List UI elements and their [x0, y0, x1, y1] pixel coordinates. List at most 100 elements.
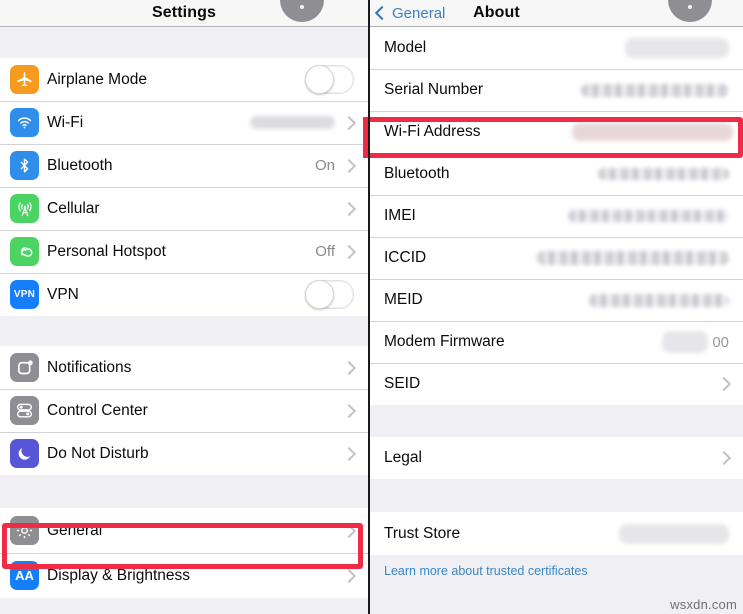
- bluetooth-value-redacted: [598, 168, 729, 180]
- modem-firmware-value-suffix: 00: [712, 333, 729, 351]
- sidebar-item-label: Do Not Disturb: [47, 444, 149, 462]
- chevron-right-icon: [341, 403, 357, 418]
- chevron-right-icon: [341, 568, 357, 583]
- gear-icon: [10, 516, 39, 545]
- sidebar-item-control-center[interactable]: Control Center: [0, 389, 368, 432]
- about-row-bluetooth[interactable]: Bluetooth: [370, 153, 743, 195]
- trusted-certificates-link[interactable]: Learn more about trusted certificates: [370, 555, 743, 578]
- cellular-icon: [10, 194, 39, 223]
- sidebar-item-label: Notifications: [47, 358, 132, 376]
- chevron-right-icon: [716, 376, 732, 392]
- sidebar-item-label: Display & Brightness: [47, 566, 191, 584]
- sidebar-item-label: Personal Hotspot: [47, 242, 166, 260]
- settings-group-connectivity: Airplane Mode Wi-Fi Bluetooth On Cellula…: [0, 58, 368, 316]
- hotspot-status-value: Off: [315, 243, 335, 260]
- about-row-iccid[interactable]: ICCID: [370, 237, 743, 279]
- do-not-disturb-icon: [10, 439, 39, 468]
- row-label: IMEI: [384, 207, 416, 224]
- modem-firmware-value-redacted: [662, 331, 709, 353]
- model-value-redacted: [625, 38, 729, 58]
- about-row-meid[interactable]: MEID: [370, 279, 743, 321]
- sidebar-item-label: Bluetooth: [47, 156, 113, 174]
- chevron-right-icon: [341, 115, 357, 130]
- about-row-wifi-address[interactable]: Wi-Fi Address: [370, 111, 743, 153]
- sidebar-item-label: Wi-Fi: [47, 113, 84, 131]
- settings-group-general: General AA Display & Brightness: [0, 508, 368, 598]
- about-row-serial-number[interactable]: Serial Number: [370, 69, 743, 111]
- back-button-label: General: [392, 4, 446, 22]
- trust-store-value-redacted: [619, 523, 729, 544]
- sidebar-item-label: Control Center: [47, 401, 148, 419]
- hotspot-icon: [10, 237, 39, 266]
- group-gap: [370, 479, 743, 512]
- chevron-right-icon: [341, 201, 357, 216]
- bluetooth-icon: [10, 151, 39, 180]
- display-brightness-icon: AA: [10, 561, 39, 590]
- sidebar-item-label: VPN: [47, 285, 79, 303]
- imei-value-redacted: [568, 210, 729, 222]
- row-label: Serial Number: [384, 81, 484, 98]
- vpn-icon: VPN: [10, 280, 39, 309]
- annotation-box-wifi-address-bleed: [363, 117, 368, 158]
- chevron-right-icon: [341, 244, 357, 259]
- watermark: wsxdn.com: [670, 597, 737, 612]
- sidebar-item-do-not-disturb[interactable]: Do Not Disturb: [0, 432, 368, 475]
- group-gap: [0, 316, 368, 346]
- iccid-value-redacted: [537, 251, 729, 265]
- sidebar-item-personal-hotspot[interactable]: Personal Hotspot Off: [0, 230, 368, 273]
- sidebar-item-label: Cellular: [47, 199, 100, 217]
- about-row-imei[interactable]: IMEI: [370, 195, 743, 237]
- row-label: Wi-Fi Address: [384, 123, 481, 140]
- sidebar-item-vpn[interactable]: VPN VPN: [0, 273, 368, 316]
- settings-panel: Settings Airplane Mode Wi-Fi Bluetooth O…: [0, 0, 368, 614]
- about-row-seid[interactable]: SEID: [370, 363, 743, 405]
- sidebar-item-bluetooth[interactable]: Bluetooth On: [0, 144, 368, 187]
- settings-navbar: Settings: [0, 0, 368, 27]
- about-row-trust-store[interactable]: Trust Store: [370, 512, 743, 555]
- settings-group-system: Notifications Control Center Do Not Dist…: [0, 346, 368, 475]
- sidebar-item-notifications[interactable]: Notifications: [0, 346, 368, 389]
- about-group-legal: Legal: [370, 437, 743, 479]
- corner-orb-right[interactable]: [668, 0, 712, 22]
- row-label: Modem Firmware: [384, 333, 505, 350]
- vpn-icon-label: VPN: [13, 289, 36, 300]
- group-gap: [0, 475, 368, 508]
- chevron-right-icon: [341, 446, 357, 461]
- wifi-address-value-redacted: [572, 123, 733, 141]
- control-center-icon: [10, 396, 39, 425]
- meid-value-redacted: [589, 293, 729, 307]
- vpn-toggle[interactable]: [305, 280, 354, 309]
- about-row-legal[interactable]: Legal: [370, 437, 743, 479]
- back-button-general[interactable]: General: [370, 5, 445, 22]
- row-label: MEID: [384, 291, 423, 308]
- wifi-network-value-redacted: [250, 116, 335, 129]
- about-row-model[interactable]: Model: [370, 27, 743, 69]
- about-row-modem-firmware[interactable]: Modem Firmware 00: [370, 321, 743, 363]
- airplane-mode-toggle[interactable]: [305, 65, 354, 94]
- chevron-right-icon: [341, 158, 357, 173]
- wifi-icon: [10, 108, 39, 137]
- display-brightness-icon-label: AA: [15, 568, 34, 583]
- serial-number-value-redacted: [581, 83, 729, 97]
- row-label: SEID: [384, 375, 421, 392]
- row-label: Legal: [384, 449, 422, 466]
- sidebar-item-label: General: [47, 521, 103, 539]
- sidebar-item-cellular[interactable]: Cellular: [0, 187, 368, 230]
- sidebar-item-display-brightness[interactable]: AA Display & Brightness: [0, 553, 368, 598]
- group-gap: [370, 405, 743, 437]
- chevron-right-icon: [341, 360, 357, 375]
- sidebar-item-wifi[interactable]: Wi-Fi: [0, 101, 368, 144]
- sidebar-item-general[interactable]: General: [0, 508, 368, 553]
- bluetooth-status-value: On: [314, 157, 335, 174]
- airplane-icon: [10, 65, 39, 94]
- chevron-right-icon: [341, 523, 357, 538]
- about-group-trust-store: Trust Store: [370, 512, 743, 555]
- chevron-left-icon: [374, 5, 390, 21]
- notifications-icon: [10, 353, 39, 382]
- sidebar-item-airplane-mode[interactable]: Airplane Mode: [0, 58, 368, 101]
- sidebar-item-label: Airplane Mode: [47, 70, 147, 88]
- chevron-right-icon: [716, 450, 732, 466]
- about-navbar: General About: [370, 0, 743, 27]
- row-label: ICCID: [384, 249, 427, 266]
- ios-settings-split-screenshot: Settings Airplane Mode Wi-Fi Bluetooth O…: [0, 0, 743, 614]
